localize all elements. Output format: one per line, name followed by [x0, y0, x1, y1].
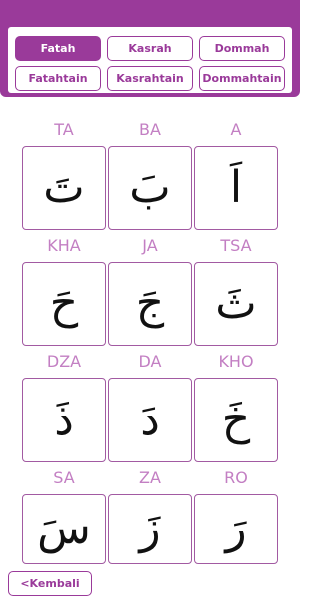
letter-name-za: ZA	[139, 468, 161, 487]
tab-dommahtain[interactable]: Dommahtain	[199, 66, 285, 91]
harakat-tab-panel: Fatah Kasrah Dommah Fatahtain Kasrahtain…	[8, 27, 292, 93]
letter-card-kha[interactable]: حَ	[22, 262, 106, 346]
letter-name-ba: BA	[139, 120, 161, 139]
letter-name-ja: JA	[142, 236, 158, 255]
letter-name-dza: DZA	[46, 352, 82, 371]
letter-card-da[interactable]: دَ	[108, 378, 192, 462]
back-button[interactable]: <Kembali	[8, 571, 92, 596]
letter-card-ro[interactable]: رَ	[194, 494, 278, 564]
tab-dommah[interactable]: Dommah	[199, 36, 285, 61]
tab-fatahtain[interactable]: Fatahtain	[15, 66, 101, 91]
letter-name-kha: KHA	[47, 236, 81, 255]
letter-glyph: دَ	[140, 394, 160, 445]
letter-glyph: خَ	[221, 394, 251, 445]
letter-card-a[interactable]: اَ	[194, 146, 278, 230]
letter-glyph: تَ	[43, 162, 85, 213]
letter-name-ta: TA	[54, 120, 74, 139]
letter-name-kho: KHO	[218, 352, 254, 371]
letter-card-tsa[interactable]: ثَ	[194, 262, 278, 346]
letter-glyph: اَ	[229, 162, 243, 213]
letter-name-a: A	[230, 120, 242, 139]
letter-glyph: رَ	[225, 503, 247, 554]
letter-name-da: DA	[138, 352, 162, 371]
letter-name-ro: RO	[224, 468, 248, 487]
letter-glyph: جَ	[135, 278, 165, 329]
letter-glyph: حَ	[49, 278, 79, 329]
letter-glyph: سَ	[37, 503, 91, 554]
letter-card-sa[interactable]: سَ	[22, 494, 106, 564]
tab-fatah[interactable]: Fatah	[15, 36, 101, 61]
header-bar: Fatah Kasrah Dommah Fatahtain Kasrahtain…	[0, 0, 300, 97]
letter-card-ba[interactable]: بَ	[108, 146, 192, 230]
letter-card-za[interactable]: زَ	[108, 494, 192, 564]
letter-card-kho[interactable]: خَ	[194, 378, 278, 462]
letter-glyph: ثَ	[215, 278, 257, 329]
letter-card-ta[interactable]: تَ	[22, 146, 106, 230]
letter-card-ja[interactable]: جَ	[108, 262, 192, 346]
letter-glyph: زَ	[139, 503, 161, 554]
letter-name-sa: SA	[53, 468, 75, 487]
tab-kasrah[interactable]: Kasrah	[107, 36, 193, 61]
letter-glyph: بَ	[129, 162, 171, 213]
letter-name-tsa: TSA	[220, 236, 252, 255]
tab-kasrahtain[interactable]: Kasrahtain	[107, 66, 193, 91]
letter-glyph: ذَ	[54, 394, 74, 445]
letter-card-dza[interactable]: ذَ	[22, 378, 106, 462]
